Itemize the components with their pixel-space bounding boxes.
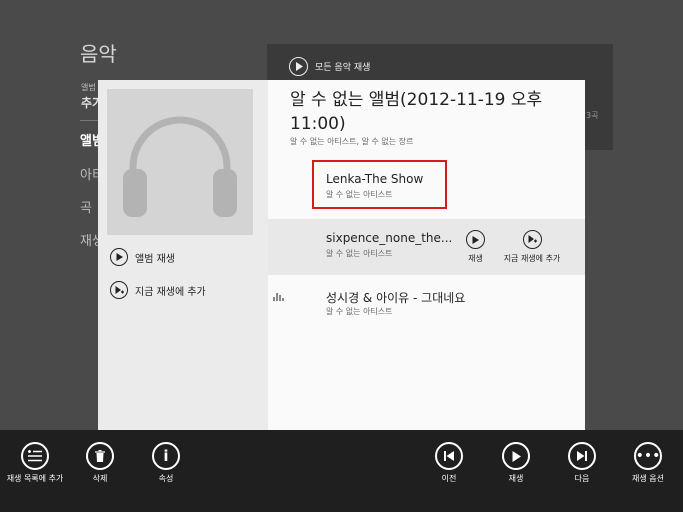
track-title: sixpence_none_the...	[326, 231, 453, 245]
divider	[80, 120, 98, 121]
add-to-now-playing-button[interactable]: 지금 재생에 추가	[110, 281, 206, 299]
add-to-now-playing-label: 지금 재생에 추가	[135, 286, 206, 298]
add-to-list-icon	[21, 442, 49, 470]
track-play-label: 재생	[468, 254, 483, 263]
play-options-label: 재생 옵션	[632, 474, 664, 483]
album-title: 알 수 없는 앨범(2012-11-19 오후 11:00)	[290, 90, 543, 134]
headphones-icon	[123, 116, 237, 217]
add-to-queue-icon	[522, 230, 542, 249]
play-icon	[110, 248, 128, 266]
album-side-panel: 앨범 재생 지금 재생에 추가	[98, 80, 268, 430]
track-artist: 알 수 없는 아티스트	[326, 249, 393, 258]
track-add-button[interactable]: 지금 재생에 추가	[502, 230, 562, 264]
play-album-label: 앨범 재생	[135, 253, 175, 265]
info-icon: i	[152, 442, 180, 470]
play-icon	[289, 57, 308, 76]
app-bar: 재생 목록에 추가 삭제 i 속성 이전 재생 다음 ••• 재생 옵션	[0, 430, 683, 512]
nav-songs[interactable]: 곡	[80, 197, 92, 216]
play-album-button[interactable]: 앨범 재생	[110, 248, 175, 266]
header-small-label: 앨범	[81, 83, 96, 92]
previous-button[interactable]: 이전	[414, 442, 484, 484]
play-options-button[interactable]: ••• 재생 옵션	[613, 442, 683, 484]
properties-button[interactable]: i 속성	[131, 442, 201, 484]
play-icon	[502, 442, 530, 470]
add-to-queue-icon	[110, 281, 128, 299]
next-button[interactable]: 다음	[547, 442, 617, 484]
properties-label: 속성	[158, 474, 174, 483]
play-icon	[466, 230, 485, 249]
play-button[interactable]: 재생	[481, 442, 551, 484]
previous-icon	[435, 442, 463, 470]
track-add-label: 지금 재생에 추가	[503, 254, 561, 263]
trash-icon	[86, 442, 114, 470]
album-art	[107, 89, 253, 235]
play-all-label: 모든 음악 재생	[315, 63, 371, 73]
track-row[interactable]: 성시경 & 아이유 - 그대네요 알 수 없는 아티스트	[268, 280, 585, 324]
previous-label: 이전	[441, 474, 457, 483]
track-artist: 알 수 없는 아티스트	[326, 307, 393, 316]
track-title: Lenka-The Show	[326, 172, 424, 186]
add-to-playlist-label: 재생 목록에 추가	[6, 474, 64, 483]
next-icon	[568, 442, 596, 470]
track-panel: 알 수 없는 앨범(2012-11-19 오후 11:00) 알 수 없는 아티…	[268, 80, 585, 430]
track-play-button[interactable]: 재생	[466, 230, 485, 264]
song-count: 3곡	[586, 111, 599, 120]
add-to-playlist-button[interactable]: 재생 목록에 추가	[0, 442, 70, 484]
track-row[interactable]: Lenka-The Show 알 수 없는 아티스트	[268, 164, 585, 210]
more-icon: •••	[634, 442, 662, 470]
now-playing-icon	[273, 292, 284, 301]
track-title: 성시경 & 아이유 - 그대네요	[326, 291, 466, 305]
album-meta: 알 수 없는 아티스트, 알 수 없는 장르	[290, 137, 414, 146]
delete-label: 삭제	[92, 474, 108, 483]
track-artist: 알 수 없는 아티스트	[326, 190, 393, 199]
next-label: 다음	[574, 474, 590, 483]
play-label: 재생	[508, 474, 524, 483]
track-row-selected[interactable]: sixpence_none_the... 알 수 없는 아티스트 재생 지금 재…	[268, 219, 585, 275]
app-title: 음악	[80, 42, 117, 66]
album-popup: 앨범 재생 지금 재생에 추가 알 수 없는 앨범(2012-11-19 오후 …	[98, 80, 585, 430]
delete-button[interactable]: 삭제	[65, 442, 135, 484]
play-all-button[interactable]: 모든 음악 재생	[289, 57, 370, 76]
